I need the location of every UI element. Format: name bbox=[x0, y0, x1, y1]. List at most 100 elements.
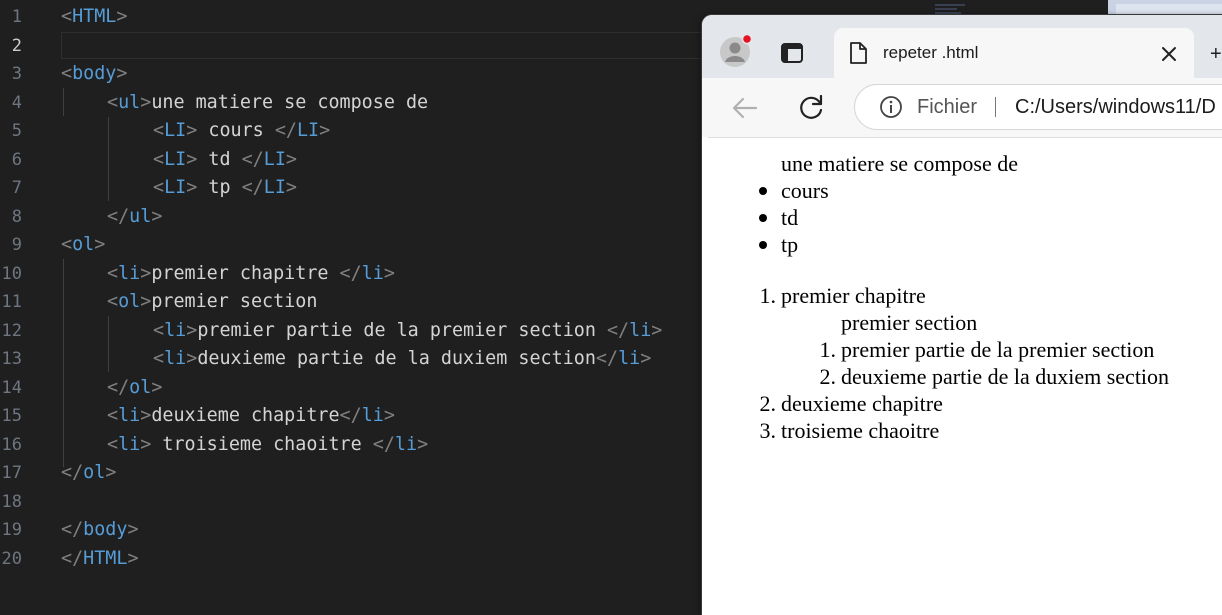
bullet-marker bbox=[759, 241, 767, 249]
browser-window: repeter .html + Fichier C:/Users/windows… bbox=[702, 15, 1222, 615]
page-viewport: une matiere se compose de cours td tp 1.… bbox=[708, 137, 1222, 615]
code-text[interactable]: <LI> tp </LI> bbox=[153, 174, 297, 202]
bracket-token: > bbox=[383, 405, 395, 426]
list-number: 1. bbox=[759, 283, 777, 308]
list-item: tp bbox=[781, 232, 799, 257]
list-number: 2. bbox=[759, 391, 777, 416]
tag-name-token: li bbox=[164, 319, 187, 341]
text-token: tp bbox=[208, 177, 242, 198]
line-number: 17 bbox=[1, 463, 22, 483]
bracket-token: > bbox=[186, 177, 209, 198]
browser-toolbar: Fichier C:/Users/windows11/D bbox=[702, 78, 1222, 137]
bracket-token: > bbox=[151, 205, 163, 227]
code-text[interactable]: </body> bbox=[61, 516, 139, 544]
tag-name-token: li bbox=[118, 262, 141, 284]
vertical-tabs-icon[interactable] bbox=[780, 41, 804, 65]
tag-name-token: LI bbox=[164, 120, 187, 141]
bracket-token: </ bbox=[339, 262, 362, 284]
text-token: troisieme chaoitre bbox=[162, 433, 373, 455]
code-text[interactable]: <li>deuxieme partie de la duxiem section… bbox=[153, 345, 651, 373]
bracket-token: > bbox=[127, 519, 139, 540]
tag-name-token: li bbox=[361, 405, 384, 426]
bracket-token: > bbox=[383, 262, 395, 284]
bracket-token: < bbox=[107, 433, 119, 455]
line-number: 7 bbox=[11, 178, 22, 198]
bracket-token: < bbox=[153, 319, 165, 341]
code-text[interactable]: <li> troisieme chaoitre </li> bbox=[107, 431, 428, 459]
bracket-token: </ bbox=[274, 120, 297, 141]
list-item: premier chapitre bbox=[781, 283, 926, 308]
new-tab-button[interactable]: + bbox=[1210, 43, 1222, 66]
code-text[interactable]: </ol> bbox=[61, 459, 116, 487]
bracket-token: > bbox=[285, 177, 297, 198]
bracket-token: </ bbox=[107, 376, 130, 398]
tag-name-token: li bbox=[629, 319, 652, 341]
code-text[interactable]: </ol> bbox=[107, 374, 162, 402]
code-text[interactable]: <ul>une matiere se compose de bbox=[107, 89, 428, 117]
reload-icon[interactable] bbox=[796, 93, 826, 123]
bracket-token: </ bbox=[241, 148, 264, 170]
line-number: 4 bbox=[11, 92, 22, 113]
page-document-icon bbox=[848, 42, 868, 64]
url-text[interactable]: C:/Users/windows11/D bbox=[1015, 85, 1216, 129]
list-number: 2. bbox=[819, 364, 837, 389]
bracket-token: < bbox=[61, 234, 73, 255]
info-icon[interactable] bbox=[879, 95, 903, 119]
bracket-token: > bbox=[116, 63, 128, 84]
list-item: cours bbox=[781, 178, 829, 203]
code-text[interactable]: <body> bbox=[61, 60, 127, 88]
line-number: 6 bbox=[11, 149, 22, 170]
code-text[interactable]: <li>premier chapitre </li> bbox=[107, 260, 395, 288]
code-text[interactable]: <ol> bbox=[61, 231, 105, 259]
bracket-token: < bbox=[153, 120, 165, 141]
tab-repeter-html[interactable]: repeter .html bbox=[834, 28, 1194, 80]
bracket-token: > bbox=[94, 234, 106, 255]
bracket-token: > bbox=[140, 262, 152, 284]
address-separator bbox=[995, 97, 996, 117]
bracket-token: </ bbox=[61, 519, 84, 540]
bracket-token: > bbox=[319, 120, 331, 141]
bullet-marker bbox=[759, 214, 767, 222]
line-number: 8 bbox=[11, 206, 22, 227]
list-item: deuxieme partie de la duxiem section bbox=[841, 364, 1170, 389]
code-text[interactable]: <li>premier partie de la premier section… bbox=[153, 317, 662, 345]
code-text[interactable]: <ol>premier section bbox=[107, 288, 317, 316]
text-token: premier section bbox=[151, 291, 318, 312]
tag-name-token: HTML bbox=[72, 6, 117, 27]
code-text[interactable]: <LI> cours </LI> bbox=[153, 117, 330, 145]
code-text[interactable]: <li>deuxieme chapitre</li> bbox=[107, 402, 395, 430]
tag-name-token: LI bbox=[263, 148, 286, 170]
indent-guide bbox=[108, 316, 109, 372]
list-item: troisieme chaoitre bbox=[781, 418, 940, 443]
bracket-token: </ bbox=[372, 433, 395, 455]
line-number: 3 bbox=[11, 64, 22, 84]
tag-name-token: LI bbox=[296, 120, 320, 141]
back-arrow-icon[interactable] bbox=[730, 93, 760, 123]
bracket-token: > bbox=[285, 148, 297, 170]
tag-name-token: ul bbox=[129, 205, 152, 227]
site-info-label[interactable]: Fichier bbox=[917, 85, 977, 129]
text-token: premier chapitre bbox=[151, 262, 340, 284]
text-token: deuxieme partie de la duxiem section bbox=[197, 348, 596, 369]
tag-name-token: li bbox=[618, 348, 641, 369]
nested-ol-heading: premier section bbox=[841, 310, 978, 335]
tag-name-token: li bbox=[118, 433, 141, 455]
line-number: 11 bbox=[1, 292, 22, 312]
tag-name-token: LI bbox=[164, 148, 187, 170]
code-text[interactable]: <LI> td </LI> bbox=[153, 146, 297, 174]
bracket-token: > bbox=[186, 148, 209, 170]
tag-name-token: LI bbox=[263, 177, 286, 198]
code-text[interactable]: </ul> bbox=[107, 203, 162, 231]
line-number: 18 bbox=[1, 491, 22, 512]
bracket-token: > bbox=[417, 433, 429, 455]
code-text[interactable]: </HTML> bbox=[61, 545, 139, 573]
tag-name-token: ul bbox=[118, 91, 141, 113]
bracket-token: > bbox=[140, 405, 152, 426]
code-text[interactable]: <HTML> bbox=[61, 3, 127, 31]
close-icon[interactable] bbox=[1160, 45, 1178, 63]
address-bar[interactable]: Fichier C:/Users/windows11/D bbox=[854, 84, 1222, 130]
bracket-token: </ bbox=[241, 177, 264, 198]
profile-avatar-icon[interactable] bbox=[718, 33, 753, 69]
indent-guide bbox=[63, 88, 64, 116]
minimap[interactable] bbox=[935, 2, 971, 16]
